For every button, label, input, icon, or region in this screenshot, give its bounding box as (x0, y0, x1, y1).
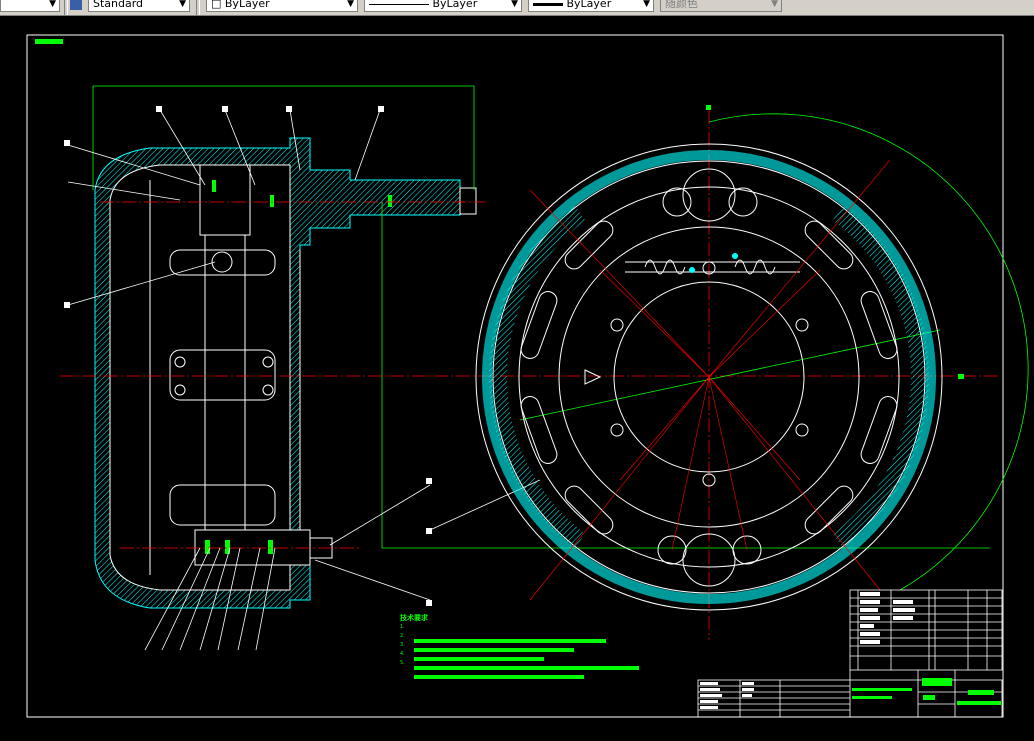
chevron-down-icon: ▼ (511, 0, 518, 9)
color-value: ByLayer (224, 0, 270, 10)
lineweight-value: ByLayer (566, 0, 612, 10)
plot-style-value: 随颜色 (665, 0, 698, 10)
chevron-down-icon: ▼ (347, 0, 354, 9)
text-style-icon[interactable] (70, 0, 82, 10)
cad-drawing (26, 34, 1029, 718)
parts-list-table (697, 589, 1003, 718)
section-view (94, 137, 477, 609)
dimension-text (706, 105, 711, 110)
lineweight-dropdown[interactable]: ByLayer ▼ (528, 0, 654, 12)
title-block-entries (700, 592, 915, 709)
chevron-down-icon: ▼ (179, 0, 186, 9)
text-style-dropdown[interactable]: Standard ▼ (88, 0, 190, 12)
chevron-down-icon: ▼ (771, 0, 778, 9)
layer-dropdown[interactable]: ▼ (0, 0, 60, 12)
drawing-canvas[interactable]: 技术要求 1. 2. 3. 4. 5. (0, 16, 1034, 741)
spring-anchor (732, 253, 738, 259)
toolbar-separator (64, 0, 68, 15)
plot-style-dropdown: 随颜色 ▼ (660, 0, 782, 12)
spring-anchor (689, 267, 695, 273)
dimension-text (958, 374, 964, 379)
chevron-down-icon: ▼ (643, 0, 650, 9)
chevron-down-icon: ▼ (49, 0, 56, 9)
notes-text-blocks (414, 639, 639, 679)
color-dropdown[interactable]: □ ByLayer ▼ (206, 0, 358, 12)
linetype-value: ByLayer (432, 0, 478, 10)
toolbar-separator (196, 0, 200, 15)
title-block-text (852, 678, 1001, 705)
text-style-value: Standard (93, 0, 144, 10)
note-line: 1. (400, 624, 405, 630)
notes-heading: 技术要求 (400, 614, 428, 622)
linetype-dropdown[interactable]: ByLayer ▼ (364, 0, 522, 12)
drawing-number-label (35, 39, 63, 44)
properties-toolbar: ▼ Standard ▼ □ ByLayer ▼ ByLayer ▼ ByLayer ▼… (0, 0, 1034, 16)
